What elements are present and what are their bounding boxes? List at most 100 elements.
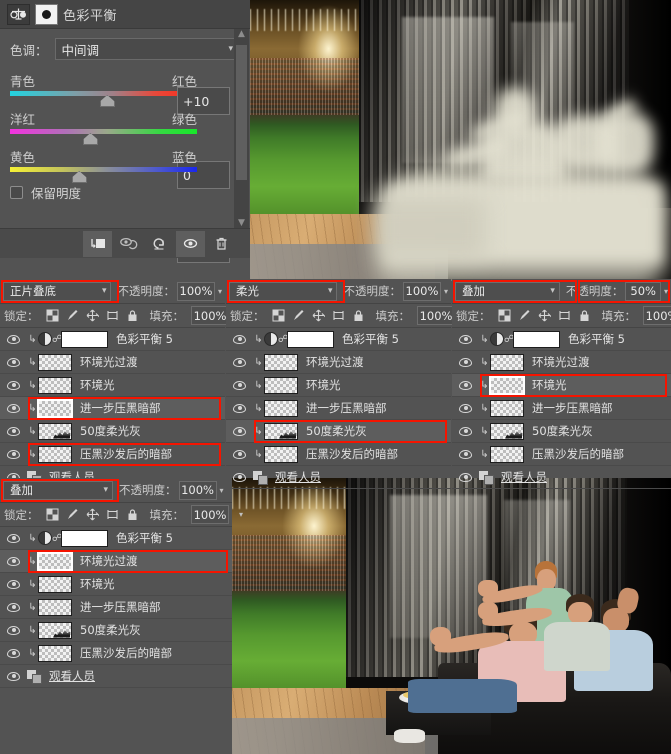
layer-row[interactable]: ↳ 进一步压黑暗部 [0,397,225,420]
lock-position-icon[interactable] [86,508,99,521]
layer-visibility-toggle[interactable] [0,403,27,413]
layer-name[interactable]: 色彩平衡 5 [342,331,399,347]
lock-transparency-icon[interactable] [498,309,511,322]
lock-position-icon[interactable] [86,309,99,322]
layer-row[interactable]: ↳ 压黑沙发后的暗部 [226,443,451,466]
layer-name[interactable]: 进一步压黑暗部 [532,400,613,416]
layer-visibility-toggle[interactable] [226,334,253,344]
layer-name[interactable]: 环境光过渡 [80,553,138,569]
opacity-value[interactable]: 100% [402,281,441,301]
layer-thumbnail[interactable] [38,598,72,616]
layer-thumbnail[interactable] [490,422,524,440]
layer-row[interactable]: ↳ 50度柔光灰 [452,420,671,443]
layer-mask-thumbnail[interactable] [513,330,560,348]
layer-thumbnail[interactable] [490,399,524,417]
layer-thumbnail[interactable] [37,398,73,418]
lock-all-icon[interactable] [352,309,365,322]
layer-thumbnail[interactable] [37,551,73,571]
layer-name[interactable]: 色彩平衡 5 [116,530,173,546]
fill-stepper-icon[interactable]: ▾ [236,510,246,519]
layer-name[interactable]: 环境光过渡 [80,354,138,370]
layer-visibility-toggle[interactable] [452,334,479,344]
layer-visibility-toggle[interactable] [0,671,27,681]
layer-visibility-toggle[interactable] [452,403,479,413]
layer-name[interactable]: 色彩平衡 5 [116,331,173,347]
layer-name[interactable]: 环境光 [306,377,341,393]
visibility-icon[interactable] [176,230,205,257]
layer-thumbnail[interactable] [264,399,298,417]
layer-thumbnail[interactable] [490,353,524,371]
layer-row[interactable]: ↳ 环境光过渡 [226,351,451,374]
layer-name[interactable]: 压黑沙发后的暗部 [80,645,172,661]
layer-thumbnail[interactable] [264,376,298,394]
layer-row[interactable]: ↳ 压黑沙发后的暗部 [0,443,225,466]
fill-value[interactable]: 100% [191,505,229,524]
lock-artboard-icon[interactable] [558,309,571,322]
layer-visibility-toggle[interactable] [0,625,27,635]
layer-name[interactable]: 观看人员 [49,668,95,684]
opacity-value[interactable]: 100% [176,281,215,301]
lock-all-icon[interactable] [578,309,591,322]
layer-visibility-toggle[interactable] [452,357,479,367]
lock-position-icon[interactable] [312,309,325,322]
layer-row[interactable]: ↳ 50度柔光灰 [0,619,232,642]
layer-name[interactable]: 环境光 [80,377,115,393]
layer-thumbnail[interactable] [264,445,298,463]
layer-row[interactable]: ↳ ☍ 色彩平衡 5 [226,328,451,351]
preserve-luminosity-checkbox[interactable] [10,186,23,199]
layer-name[interactable]: 环境光 [80,576,115,592]
slider-magenta-green-knob[interactable] [82,133,98,145]
scroll-down-arrow-icon[interactable]: ▼ [238,218,245,228]
fill-value[interactable]: 100% [417,306,455,325]
layer-visibility-toggle[interactable] [226,380,253,390]
slider-yellow-blue-track[interactable] [10,167,197,183]
layer-row[interactable]: ↳ 压黑沙发后的暗部 [452,443,671,466]
layer-row[interactable]: ↳ 环境光 [226,374,451,397]
layer-row[interactable]: ↳ 进一步压黑暗部 [0,596,232,619]
layer-visibility-toggle[interactable] [0,334,27,344]
layer-thumbnail[interactable] [38,353,72,371]
delete-icon[interactable] [207,231,236,257]
blend-mode-select[interactable]: 柔光 ▾ [229,281,338,301]
layer-name[interactable]: 环境光 [532,377,567,393]
layer-mask-thumbnail[interactable] [61,529,108,547]
layer-name[interactable]: 50度柔光灰 [532,423,593,439]
blend-mode-select[interactable]: 叠加 ▾ [3,480,113,500]
tone-select[interactable]: 中间调 ▾ [54,38,240,60]
slider-cyan-red-track[interactable] [10,91,197,107]
layer-visibility-toggle[interactable] [0,533,27,543]
layer-row[interactable]: ↳ ☍ 色彩平衡 5 [0,527,232,550]
scroll-thumb[interactable] [236,45,247,180]
layer-name[interactable]: 进一步压黑暗部 [306,400,387,416]
clip-to-layer-icon[interactable] [83,230,112,257]
layer-name[interactable]: 压黑沙发后的暗部 [80,446,172,462]
layer-name[interactable]: 观看人员 [501,469,547,485]
layer-visibility-toggle[interactable] [0,380,27,390]
blend-mode-select[interactable]: 叠加 ▾ [455,281,560,301]
layer-row[interactable]: ↳ 环境光 [0,374,225,397]
layer-row[interactable]: ↳ 环境光 [0,573,232,596]
panel-scrollbar[interactable]: ▲ ▼ [234,29,249,228]
layer-thumbnail[interactable] [38,422,72,440]
layer-thumbnail[interactable] [38,644,72,662]
lock-transparency-icon[interactable] [272,309,285,322]
layer-row[interactable]: ↳ 进一步压黑暗部 [452,397,671,420]
blend-mode-select[interactable]: 正片叠底 ▾ [3,281,112,301]
lock-all-icon[interactable] [126,309,139,322]
lock-position-icon[interactable] [538,309,551,322]
preview-toggle-icon[interactable] [114,231,143,257]
layer-visibility-toggle[interactable] [452,449,479,459]
layer-visibility-toggle[interactable] [0,426,27,436]
layer-row[interactable]: ↳ ☍ 色彩平衡 5 [452,328,671,351]
layer-visibility-toggle[interactable] [226,357,253,367]
opacity-stepper-icon[interactable]: ▾ [215,287,225,296]
layer-mask-thumbnail[interactable] [61,330,108,348]
layer-name[interactable]: 压黑沙发后的暗部 [306,446,398,462]
layer-thumbnail[interactable] [264,422,298,440]
layer-visibility-toggle[interactable] [452,380,479,390]
slider-yellow-blue-knob[interactable] [71,171,87,183]
lock-image-icon[interactable] [66,309,79,322]
layer-visibility-toggle[interactable] [0,449,27,459]
layer-thumbnail[interactable] [489,375,525,395]
layer-row[interactable]: 观看人员 [226,466,451,489]
